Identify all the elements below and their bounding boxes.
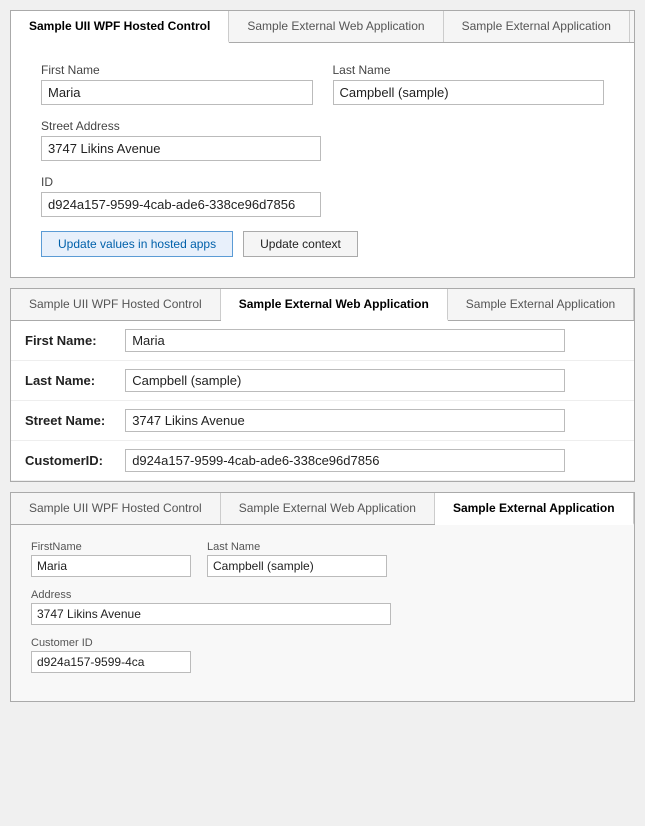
update-context-button[interactable]: Update context [243,231,358,257]
panel2-firstname-input[interactable] [125,329,565,352]
panel3-name-row: FirstName Last Name [31,541,614,577]
street-value-cell [115,401,634,441]
panel-1: Sample UII WPF Hosted Control Sample Ext… [10,10,635,278]
panel3-customerid-label: Customer ID [31,637,191,649]
lastname-label-cell: Last Name: [11,361,115,401]
panel2-content: First Name: Last Name: Street Name: [11,321,634,481]
panel3-customerid-group: Customer ID [31,637,191,673]
firstname-value-cell [115,321,634,361]
panel1-street-row: Street Address [41,119,604,161]
panel3-customerid-input[interactable] [31,651,191,673]
panel3-firstname-label: FirstName [31,541,191,553]
panel3-tab-external[interactable]: Sample External Application [435,493,634,525]
panel3-firstname-input[interactable] [31,555,191,577]
panel1-firstname-group: First Name [41,63,313,105]
panel1-id-group: ID [41,175,604,217]
panel1-lastname-group: Last Name [333,63,605,105]
panel3-address-group: Address [31,589,391,625]
panel2-tab-external[interactable]: Sample External Application [448,289,634,320]
panel2-customerid-input[interactable] [125,449,565,472]
panel2-tab-web[interactable]: Sample External Web Application [221,289,448,321]
panel1-firstname-label: First Name [41,63,313,77]
panel1-id-input[interactable] [41,192,321,217]
panel3-firstname-group: FirstName [31,541,191,577]
panel3-tab-bar: Sample UII WPF Hosted Control Sample Ext… [11,493,634,525]
panel1-street-label: Street Address [41,119,604,133]
panel2-lastname-input[interactable] [125,369,565,392]
panel1-tab-web[interactable]: Sample External Web Application [229,11,443,42]
panel1-name-row: First Name Last Name [41,63,604,105]
panel3-customerid-row: Customer ID [31,637,614,673]
panel1-lastname-input[interactable] [333,80,605,105]
panel2-tab-wpf[interactable]: Sample UII WPF Hosted Control [11,289,221,320]
panel3-tab-web[interactable]: Sample External Web Application [221,493,435,524]
panel3-content: FirstName Last Name Address Customer ID [11,525,634,701]
panel3-address-row: Address [31,589,614,625]
panel3-tab-wpf[interactable]: Sample UII WPF Hosted Control [11,493,221,524]
panel1-tab-external[interactable]: Sample External Application [444,11,630,42]
table-row: CustomerID: [11,441,634,481]
customerid-value-cell [115,441,634,481]
panel1-street-input[interactable] [41,136,321,161]
panel3-lastname-label: Last Name [207,541,387,553]
panel3-address-input[interactable] [31,603,391,625]
panel-3: Sample UII WPF Hosted Control Sample Ext… [10,492,635,702]
panel2-tab-bar: Sample UII WPF Hosted Control Sample Ext… [11,289,634,321]
panel1-content: First Name Last Name Street Address ID U… [11,43,634,277]
panel1-id-row: ID [41,175,604,217]
panel2-street-input[interactable] [125,409,565,432]
panel1-lastname-label: Last Name [333,63,605,77]
customerid-label-cell: CustomerID: [11,441,115,481]
panel2-table: First Name: Last Name: Street Name: [11,321,634,481]
panel1-firstname-input[interactable] [41,80,313,105]
panel1-button-row: Update values in hosted apps Update cont… [41,231,604,257]
panel3-lastname-group: Last Name [207,541,387,577]
panel1-street-group: Street Address [41,119,604,161]
table-row: First Name: [11,321,634,361]
panel1-tab-bar: Sample UII WPF Hosted Control Sample Ext… [11,11,634,43]
update-hosted-button[interactable]: Update values in hosted apps [41,231,233,257]
panel1-id-label: ID [41,175,604,189]
firstname-label-cell: First Name: [11,321,115,361]
panel3-lastname-input[interactable] [207,555,387,577]
table-row: Last Name: [11,361,634,401]
panel3-address-label: Address [31,589,391,601]
panel-2: Sample UII WPF Hosted Control Sample Ext… [10,288,635,482]
table-row: Street Name: [11,401,634,441]
street-label-cell: Street Name: [11,401,115,441]
lastname-value-cell [115,361,634,401]
panel1-tab-wpf[interactable]: Sample UII WPF Hosted Control [11,11,229,43]
